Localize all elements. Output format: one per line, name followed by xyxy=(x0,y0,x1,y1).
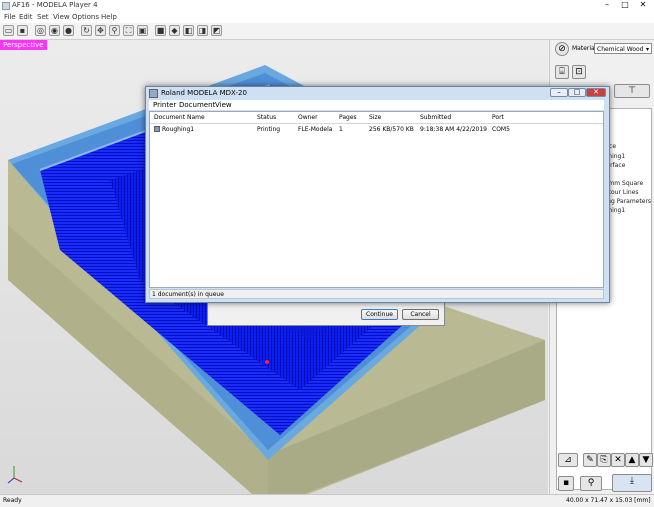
document-icon xyxy=(154,126,160,132)
col-port[interactable]: Port xyxy=(492,114,504,121)
cell-port: COM5 xyxy=(492,126,510,133)
print-queue-list[interactable]: Document Name Status Owner Pages Size Su… xyxy=(149,111,604,288)
menu-document[interactable]: Document xyxy=(179,101,215,109)
rotate-icon[interactable]: ↻ xyxy=(81,25,92,36)
toolbar: ▭ ▪ ◎ ◉ ● ↻ ✥ ⚲ ⛶ ▣ ■ ◆ ◧ ◨ ◩ xyxy=(0,23,654,40)
cell-submitted: 9:18:38 AM 4/22/2019 xyxy=(420,126,487,133)
printer-window-title: Roland MODELA MDX-20 xyxy=(161,89,247,97)
move-up-icon[interactable]: ▲ xyxy=(625,453,639,467)
window-title: AF16 - MODELA Player 4 xyxy=(12,1,98,9)
view-top-icon[interactable]: ◨ xyxy=(197,25,208,36)
mill-icon[interactable]: ⌸ xyxy=(555,65,569,79)
preview-icon[interactable]: ▪ xyxy=(558,476,574,491)
menu-view[interactable]: View xyxy=(53,13,70,21)
view-iso-icon[interactable]: ◆ xyxy=(169,25,180,36)
col-submitted[interactable]: Submitted xyxy=(420,114,451,121)
close-button[interactable]: ✕ xyxy=(634,0,652,10)
material-select[interactable]: Chemical Wood ▾ xyxy=(594,43,652,54)
save-icon[interactable]: ▪ xyxy=(17,25,28,36)
column-headers: Document Name Status Owner Pages Size Su… xyxy=(150,112,603,124)
app-icon xyxy=(2,2,10,10)
printer-queue-window: Roland MODELA MDX-20 – □ ✕ Printer Docum… xyxy=(145,86,610,303)
menu-view[interactable]: View xyxy=(215,101,232,109)
material-value: Chemical Wood xyxy=(597,46,644,53)
cell-document-name: Roughing1 xyxy=(162,126,195,133)
material-label: Material xyxy=(572,45,597,52)
delete-icon[interactable]: ✕ xyxy=(611,453,625,467)
status-text: Ready xyxy=(3,497,22,504)
menu-edit[interactable]: Edit xyxy=(19,13,33,21)
menu-set[interactable]: Set xyxy=(37,13,49,21)
origin-marker xyxy=(265,360,269,364)
globe-icon[interactable]: ◎ xyxy=(35,25,46,36)
material-icon[interactable]: ⊘ xyxy=(555,42,569,56)
open-icon[interactable]: ▭ xyxy=(3,25,14,36)
printer-menu-bar: Printer Document View xyxy=(149,100,604,110)
fit-icon[interactable]: ⛶ xyxy=(123,25,134,36)
menu-options[interactable]: Options xyxy=(72,13,99,21)
copy-icon[interactable]: ⎘ xyxy=(597,453,611,467)
col-size[interactable]: Size xyxy=(369,114,381,121)
queue-status-bar: 1 document(s) in queue xyxy=(149,289,604,299)
queue-status-text: 1 document(s) in queue xyxy=(152,291,224,298)
edit-icon[interactable]: ✎ xyxy=(583,453,597,467)
menu-printer[interactable]: Printer xyxy=(153,101,176,109)
cut-button[interactable]: ⤓ xyxy=(612,474,652,492)
zoom-window-icon[interactable]: ▣ xyxy=(137,25,148,36)
view-side-icon[interactable]: ◧ xyxy=(183,25,194,36)
dialog-minimize-button[interactable]: – xyxy=(550,88,568,97)
maximize-button[interactable]: □ xyxy=(616,0,634,10)
dimensions-readout: 40.00 x 71.47 x 15.03 [mm] xyxy=(566,497,651,504)
chevron-down-icon: ▾ xyxy=(645,46,649,53)
col-owner[interactable]: Owner xyxy=(298,114,318,121)
printer-icon xyxy=(149,89,158,98)
zoom-icon[interactable]: ⚲ xyxy=(109,25,120,36)
menu-file[interactable]: File xyxy=(4,13,16,21)
cell-owner: FLE-Modela xyxy=(298,126,333,133)
cell-size: 256 KB/570 KB xyxy=(369,126,414,133)
status-bar: Ready 40.00 x 71.47 x 15.03 [mm] xyxy=(0,494,654,507)
table-row[interactable]: Roughing1 Printing FLE-Modela 1 256 KB/5… xyxy=(150,124,603,134)
menu-help[interactable]: Help xyxy=(101,13,117,21)
minimize-button[interactable]: – xyxy=(598,0,616,10)
view-bottom-icon[interactable]: ◩ xyxy=(211,25,222,36)
render-icon[interactable]: ● xyxy=(63,25,74,36)
col-document-name[interactable]: Document Name xyxy=(154,114,205,121)
cancel-button[interactable]: Cancel xyxy=(402,309,439,320)
col-pages[interactable]: Pages xyxy=(339,114,357,121)
move-down-icon[interactable]: ▼ xyxy=(639,453,653,467)
continue-button[interactable]: Continue xyxy=(361,309,398,320)
dialog-maximize-button[interactable]: □ xyxy=(568,88,586,97)
pan-icon[interactable]: ✥ xyxy=(95,25,106,36)
cell-status: Printing xyxy=(257,126,281,133)
view-front-icon[interactable]: ■ xyxy=(155,25,166,36)
cut-icon[interactable]: ⊤ xyxy=(614,84,650,98)
cell-pages: 1 xyxy=(339,126,343,133)
simulate-icon[interactable]: ⚲ xyxy=(580,476,602,491)
settings-icon[interactable]: ⊡ xyxy=(572,65,586,79)
perspective-label: Perspective xyxy=(0,40,47,50)
axis-indicator xyxy=(7,466,23,484)
col-status[interactable]: Status xyxy=(257,114,276,121)
sphere-icon[interactable]: ◉ xyxy=(49,25,60,36)
menu-bar: File Edit Set View Options Help xyxy=(0,12,654,23)
new-process-icon[interactable]: ⊿ xyxy=(558,453,578,467)
confirm-dialog: Continue Cancel xyxy=(207,300,445,326)
dialog-close-button[interactable]: ✕ xyxy=(586,88,606,97)
